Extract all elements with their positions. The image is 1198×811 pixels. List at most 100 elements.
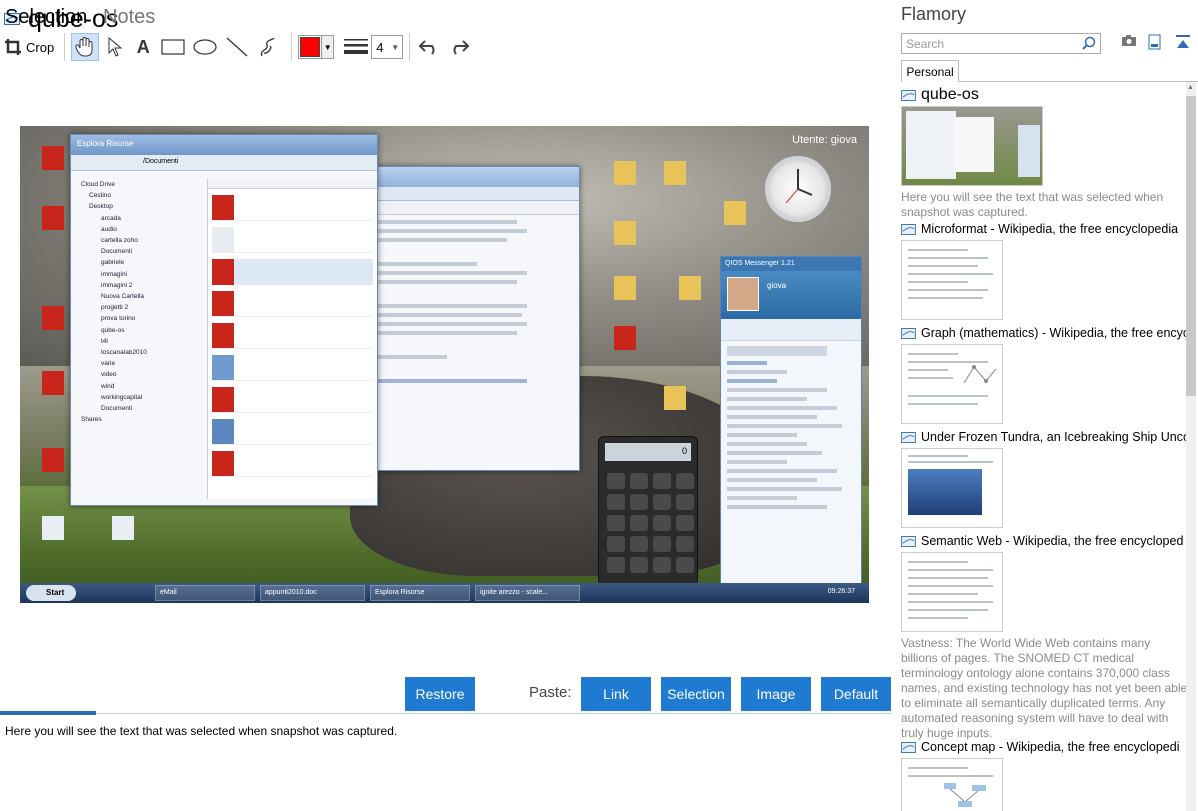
explorer-tree-item: audio <box>101 225 117 233</box>
line-width-select[interactable]: 4 ▼ <box>371 35 404 59</box>
sidebar-scrollbar[interactable]: ▲ <box>1186 82 1196 811</box>
snapshot-thumbnail[interactable] <box>901 240 1003 320</box>
ellipse-tool-button[interactable] <box>191 34 219 60</box>
explorer-window: Esplora Risorse /Documenti Cloud Drive Ce… <box>70 134 378 506</box>
desktop-icon <box>600 161 650 187</box>
color-picker[interactable]: ▼ <box>298 35 335 59</box>
explorer-tree: Cloud Drive Cestino Desktop arcada audio cart… <box>75 179 203 499</box>
explorer-tree-item: cartella zoho <box>101 237 138 245</box>
desktop-taskbar: Start eMail appunti2010.doc Esplora Riso… <box>20 583 869 603</box>
paste-default-button[interactable]: Default <box>821 677 891 711</box>
list-item[interactable]: qube-os Here you will see the text that … <box>901 86 1189 220</box>
snapshot-thumbnail[interactable] <box>901 448 1003 528</box>
camera-icon[interactable] <box>1121 34 1137 48</box>
search-placeholder: Search <box>906 37 945 51</box>
desktop-icon <box>600 276 650 302</box>
rectangle-tool-button[interactable] <box>159 34 187 60</box>
toolbar-divider <box>64 33 66 61</box>
desktop-icon <box>650 161 700 187</box>
paste-link-button[interactable]: Link <box>581 677 651 711</box>
snapshot-thumbnail[interactable] <box>901 344 1003 424</box>
search-input[interactable]: Search <box>901 33 1101 54</box>
crop-button[interactable]: Crop <box>4 34 54 60</box>
list-item[interactable]: Graph (mathematics) - Wikipedia, the fre… <box>901 324 1189 424</box>
dock-icon[interactable] <box>1175 34 1191 50</box>
explorer-tree-item: workingcapital <box>101 393 143 401</box>
snapshot-thumbnail[interactable] <box>901 106 1043 186</box>
explorer-tree-item: Shares <box>81 416 102 424</box>
list-item[interactable]: Semantic Web - Wikipedia, the free encyc… <box>901 532 1189 741</box>
page-icon <box>901 223 916 235</box>
messenger-user: giova <box>767 281 787 290</box>
hand-tool-button[interactable] <box>71 33 100 61</box>
list-item[interactable]: Microformat - Wikipedia, the free encycl… <box>901 220 1189 320</box>
messenger-title: QIOS Messenger 1.21 <box>721 257 861 271</box>
explorer-tree-item: prova torino <box>101 315 136 323</box>
snapshot-image[interactable]: Utente: giova Esplora Risorse /Documenti… <box>20 126 869 603</box>
list-item-title: Under Frozen Tundra, an Icebreaking Ship… <box>921 430 1189 444</box>
tab-divider <box>959 81 1198 82</box>
taskbar-item: Esplora Risorse <box>370 585 470 601</box>
explorer-tree-item: qube-os <box>101 326 125 334</box>
list-item-description: Here you will see the text that was sele… <box>901 190 1164 219</box>
list-item[interactable]: Concept map - Wikipedia, the free encycl… <box>901 738 1189 811</box>
page-icon <box>901 535 916 547</box>
snapshot-list: qube-os Here you will see the text that … <box>901 86 1189 811</box>
tab-selection[interactable]: Selection <box>5 2 87 32</box>
page-icon <box>901 89 916 101</box>
select-tool-button[interactable] <box>103 34 127 60</box>
explorer-tree-item: varie <box>101 360 116 368</box>
arrow-icon <box>108 37 123 57</box>
paste-image-button[interactable]: Image <box>741 677 811 711</box>
snapshot-thumbnail[interactable] <box>901 758 1003 811</box>
list-item-description: Vastness: The World Wide Web contains ma… <box>901 636 1188 740</box>
chevron-up-icon[interactable]: ▲ <box>1187 84 1194 91</box>
redo-button[interactable] <box>446 34 472 60</box>
snapshot-thumbnail[interactable] <box>901 552 1003 632</box>
color-swatch <box>300 37 321 57</box>
undo-button[interactable] <box>416 34 442 60</box>
list-item-title: qube-os <box>921 86 979 103</box>
scrollbar-thumb[interactable] <box>1186 96 1196 396</box>
chevron-down-icon[interactable]: ▼ <box>321 36 334 58</box>
explorer-tree-item: gabriele <box>101 259 125 267</box>
selection-text[interactable]: Here you will see the text that was sele… <box>5 724 397 738</box>
tab-personal[interactable]: Personal <box>901 60 959 82</box>
restore-button[interactable]: Restore <box>405 677 475 711</box>
explorer-tree-item: wind <box>101 382 115 390</box>
explorer-tree-item: Nuova Cartella <box>101 293 144 301</box>
explorer-tree-item: Documenti <box>101 405 133 413</box>
page-icon <box>901 741 916 753</box>
tray-clock: 09:26:37 <box>827 588 855 595</box>
ellipse-icon <box>193 39 217 55</box>
calculator-widget: 0 <box>598 436 698 586</box>
annotation-toolbar: Crop A ▼ 4 ▼ <box>4 33 476 61</box>
page-icon[interactable] <box>1148 34 1162 50</box>
explorer-title: Esplora Risorse <box>71 135 377 155</box>
freehand-tool-button[interactable] <box>255 34 281 60</box>
line-tool-button[interactable] <box>223 34 251 60</box>
taskbar-item: ignite arezzo - scale... <box>475 585 580 601</box>
tab-notes[interactable]: Notes <box>103 2 155 32</box>
page-icon <box>901 431 916 443</box>
list-item[interactable]: Under Frozen Tundra, an Icebreaking Ship… <box>901 428 1189 528</box>
crop-icon <box>5 39 21 55</box>
list-item-title: Semantic Web - Wikipedia, the free encyc… <box>921 534 1184 548</box>
explorer-tree-item: toscanalab2010 <box>101 349 147 357</box>
desktop-user-label: Utente: giova <box>792 134 857 146</box>
text-tool-button[interactable]: A <box>131 34 155 60</box>
explorer-tree-item: Documenti <box>101 248 133 256</box>
desktop-icon <box>650 386 700 412</box>
clock-widget <box>765 156 831 222</box>
explorer-tree-item: t4l <box>101 337 108 345</box>
explorer-tree-item: video <box>101 371 117 379</box>
rectangle-icon <box>161 39 185 55</box>
desktop-icon <box>28 516 78 542</box>
explorer-tree-item: Desktop <box>89 203 113 211</box>
paste-selection-button[interactable]: Selection <box>661 677 731 711</box>
crop-label: Crop <box>26 39 55 55</box>
calculator-display: 0 <box>605 443 691 461</box>
line-icon <box>226 37 248 57</box>
search-icon[interactable] <box>1082 36 1096 50</box>
start-button: Start <box>26 585 76 601</box>
